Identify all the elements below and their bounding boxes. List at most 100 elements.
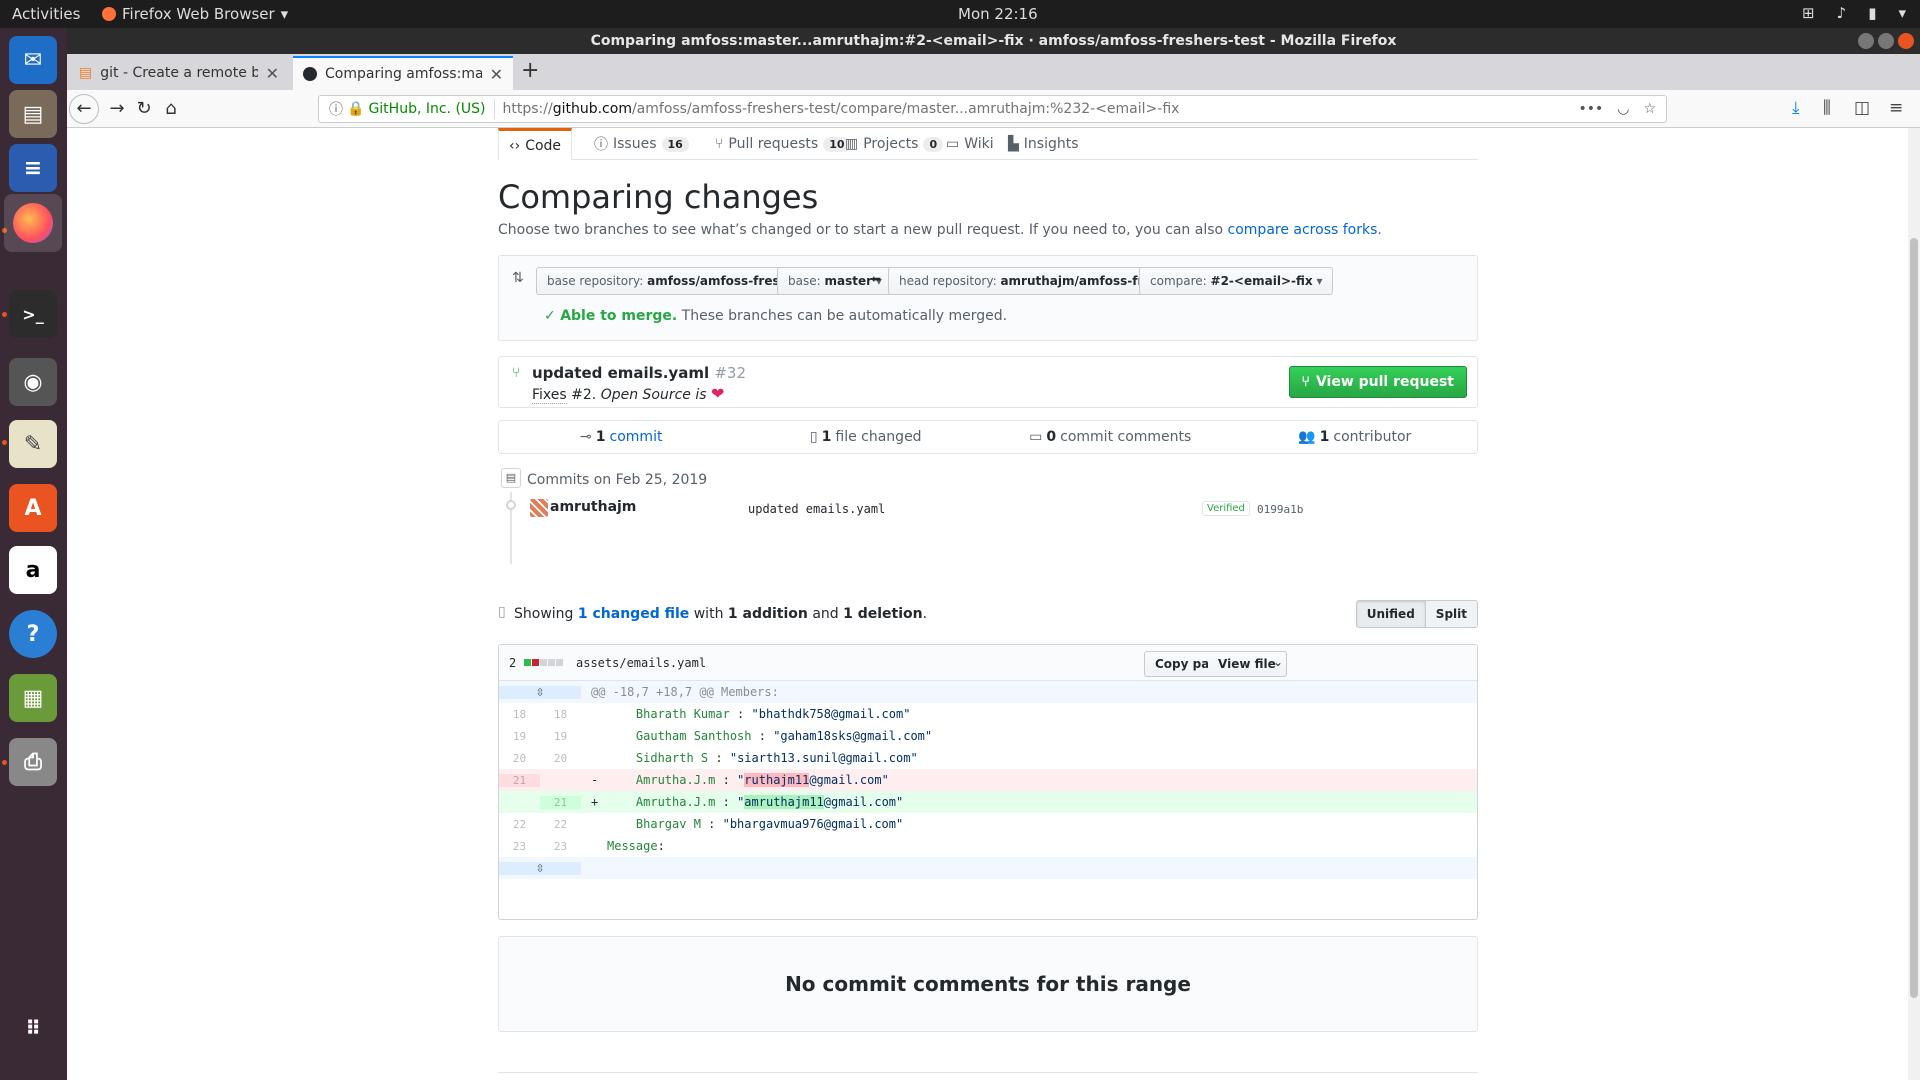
help-icon[interactable]: ? xyxy=(9,610,57,658)
diff-line[interactable]: 19 19 Gautham Santhosh : "gaham18sks@gmai… xyxy=(499,725,1477,747)
pull-request-icon: ⑂ xyxy=(512,365,521,381)
old-line-number[interactable]: 19 xyxy=(499,730,540,743)
new-line-number[interactable]: 19 xyxy=(540,730,581,743)
firefox-dock-icon[interactable] xyxy=(4,194,62,252)
expand-up-icon[interactable]: ⇳ xyxy=(499,685,581,699)
old-line-number[interactable]: 18 xyxy=(499,708,540,721)
site-info-icon[interactable]: ⓘ xyxy=(325,99,347,119)
old-line-number[interactable]: 20 xyxy=(499,752,540,765)
commit-sha-link[interactable]: 0199a1b xyxy=(1257,503,1303,516)
file-diff-icon: ▯ xyxy=(498,604,506,620)
tab-code[interactable]: ‹› Code xyxy=(498,128,573,161)
url-text[interactable]: https://github.com/amfoss/amfoss-fresher… xyxy=(503,101,1579,117)
tab-comparing[interactable]: Comparing amfoss:mast ✕ xyxy=(293,56,513,90)
close-tab-icon[interactable]: ✕ xyxy=(266,64,279,83)
new-line-number[interactable]: 20 xyxy=(540,752,581,765)
page-actions-icon[interactable]: ••• xyxy=(1578,101,1603,117)
amazon-icon[interactable]: a xyxy=(9,546,57,594)
stackoverflow-favicon-icon: ▤ xyxy=(79,65,93,81)
window-controls[interactable] xyxy=(1858,33,1914,49)
diff-line[interactable]: 23 23 Message: xyxy=(499,835,1477,857)
clock[interactable]: Mon 22:16 xyxy=(958,5,1038,23)
old-line-number[interactable]: 23 xyxy=(499,840,540,853)
tab-git-remote-branch[interactable]: ▤ git - Create a remote bra ✕ xyxy=(69,56,289,90)
no-commit-comments: No commit comments for this range xyxy=(498,936,1478,1032)
expand-down-icon[interactable]: ⇳ xyxy=(499,861,581,875)
minimize-icon[interactable] xyxy=(1858,33,1874,49)
files-changed-count[interactable]: ▯ 1 file changed xyxy=(744,421,989,453)
file-diff-icon: ▯ xyxy=(809,429,818,445)
compare-across-forks-link[interactable]: compare across forks xyxy=(1228,222,1378,238)
old-line-number[interactable]: 22 xyxy=(499,818,540,831)
diff-line[interactable]: 18 18 Bharath Kumar : "bhathdk758@gmail.c… xyxy=(499,703,1477,725)
new-line-number[interactable]: 18 xyxy=(540,708,581,721)
reload-icon[interactable]: ↻ xyxy=(131,96,157,122)
avatar[interactable] xyxy=(530,499,548,517)
sidebar-icon[interactable]: ◫ xyxy=(1854,98,1870,118)
app-menu[interactable]: Firefox Web Browser ▾ xyxy=(102,5,288,23)
hunk-header: ⇳ @@ -18,7 +18,7 @@ Members: xyxy=(499,681,1477,703)
files-icon[interactable]: ▤ xyxy=(9,90,57,138)
commit-author-link[interactable]: amruthajm xyxy=(550,499,636,515)
menu-icon[interactable]: ≡ xyxy=(1889,98,1903,118)
compare-branch-select[interactable]: compare: #2-<email>-fix ▾ xyxy=(1139,267,1334,295)
text-editor-icon[interactable]: ✎ xyxy=(9,420,57,468)
show-applications-icon[interactable]: ⠿ xyxy=(9,1004,57,1052)
back-arrow-icon[interactable]: ← xyxy=(69,94,99,124)
line-code: Sidharth S : "siarth13.sunil@gmail.com" xyxy=(607,751,918,765)
pocket-icon[interactable]: ◡ xyxy=(1617,101,1629,117)
commit-message-link[interactable]: updated emails.yaml xyxy=(748,502,885,516)
changed-files-link[interactable]: 1 changed file xyxy=(578,606,689,622)
tab-insights[interactable]: ▙ Insights xyxy=(998,128,1089,160)
diff-line[interactable]: 21 + Amrutha.J.m : "amruthajm11@gmail.com… xyxy=(499,791,1477,813)
pull-request-number[interactable]: #32 xyxy=(714,364,746,382)
activities-button[interactable]: Activities xyxy=(12,5,80,23)
library-icon[interactable]: ⫼ xyxy=(1823,98,1831,118)
new-line-number[interactable]: 21 xyxy=(540,795,581,809)
pull-request-body: Fixes #2. Open Source is ❤ xyxy=(532,384,725,404)
view-pull-request-button[interactable]: ⑂ View pull request xyxy=(1288,366,1467,398)
new-line-number[interactable]: 22 xyxy=(540,818,581,831)
split-button[interactable]: Split xyxy=(1425,600,1478,628)
graph-icon: ▙ xyxy=(1008,136,1019,152)
commits-count[interactable]: ⊸ 1 commit xyxy=(499,421,744,453)
verified-badge[interactable]: Verified xyxy=(1202,501,1250,516)
home-icon[interactable]: ⌂ xyxy=(158,96,184,122)
url-bar[interactable]: ⓘ 🔒 GitHub, Inc. (US) https://github.com… xyxy=(318,95,1667,123)
line-code: + Amrutha.J.m : "amruthajm11@gmail.com" xyxy=(591,795,904,809)
battery-icon: ▮ xyxy=(1868,4,1877,22)
close-tab-icon[interactable]: ✕ xyxy=(490,65,503,84)
maximize-icon[interactable] xyxy=(1878,33,1894,49)
chevron-down-icon[interactable]: ⌄ xyxy=(1273,655,1283,669)
tab-issues[interactable]: ⓘ Issues 16 xyxy=(584,128,699,160)
system-tray[interactable]: ⊞ ♪ ▮ ▾ xyxy=(1802,4,1906,22)
libreoffice-writer-icon[interactable]: ≡ xyxy=(9,144,57,192)
diff-stat-blocks xyxy=(524,659,563,666)
tab-wiki[interactable]: ▭ Wiki xyxy=(936,128,1004,160)
new-line-number[interactable]: 23 xyxy=(540,840,581,853)
bookmark-star-icon[interactable]: ☆ xyxy=(1643,101,1656,117)
software-center-icon[interactable]: A xyxy=(9,484,57,532)
compare-arrows-icon: ⇅ xyxy=(512,270,524,286)
contributors-count[interactable]: 👥 1 contributor xyxy=(1233,421,1478,453)
page-scrollbar[interactable] xyxy=(1908,128,1920,1080)
unified-button[interactable]: Unified xyxy=(1355,600,1426,628)
forward-arrow-icon[interactable]: → xyxy=(104,96,130,122)
downloads-icon[interactable]: ⤓ xyxy=(1792,98,1800,118)
new-tab-icon[interactable]: + xyxy=(521,58,539,83)
file-path-link[interactable]: assets/emails.yaml xyxy=(576,656,706,670)
close-window-icon[interactable] xyxy=(1898,33,1914,49)
diff-line[interactable]: 22 22 Bhargav M : "bhargavmua976@gmail.co… xyxy=(499,813,1477,835)
commits-list: ▤ Commits on Feb 25, 2019 amruthajm upda… xyxy=(498,466,1478,566)
old-line-number[interactable]: 21 xyxy=(499,773,540,787)
rhythmbox-icon[interactable]: ◉ xyxy=(9,358,57,406)
thunderbird-icon[interactable]: ✉ xyxy=(9,36,57,84)
pull-request-title-link[interactable]: updated emails.yaml xyxy=(532,364,709,382)
diff-line[interactable]: 20 20 Sidharth S : "siarth13.sunil@gmail.… xyxy=(499,747,1477,769)
printer-icon[interactable]: ⎙ xyxy=(9,738,57,786)
diff-line[interactable]: 21 - Amrutha.J.m : "ruthajm11@gmail.com" xyxy=(499,769,1477,791)
terminal-icon[interactable]: >_ xyxy=(9,290,57,338)
diff-stat-count: 2 xyxy=(509,656,517,670)
commit-comments-count[interactable]: ▭ 0 commit comments xyxy=(988,421,1233,453)
image-viewer-icon[interactable]: ▦ xyxy=(9,674,57,722)
